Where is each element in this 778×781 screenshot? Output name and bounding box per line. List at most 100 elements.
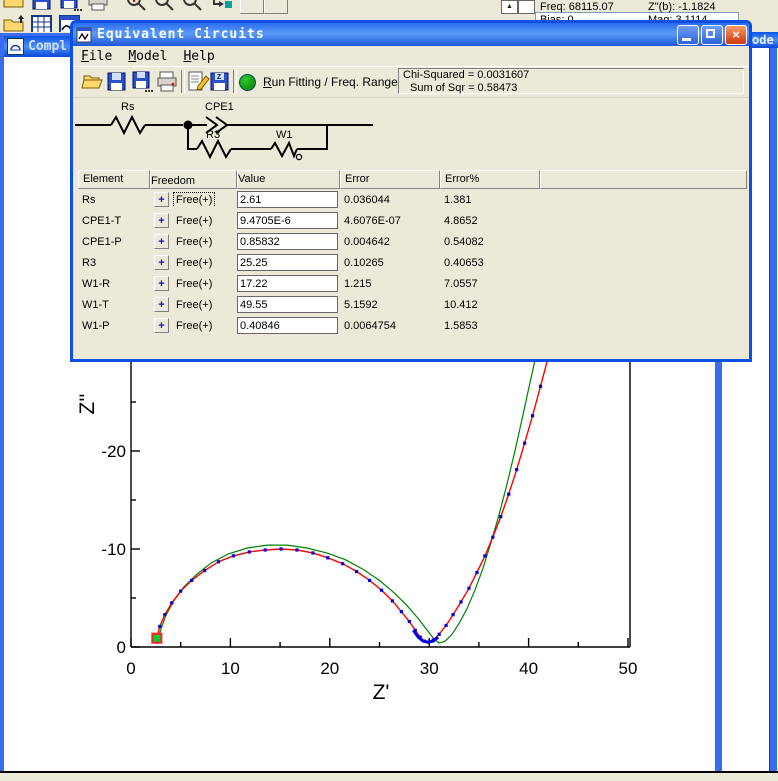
error-value: 1.215 [344,277,372,290]
menu-help[interactable]: Help [175,47,222,66]
error-value: 0.004642 [344,235,390,248]
toolbar-button-2[interactable] [264,0,288,14]
minimize-button[interactable] [677,24,699,45]
parameter-table: Element Freedom Value Error Error% Rs + Free(+)… [78,170,747,336]
close-button[interactable]: × [725,24,747,45]
expand-button[interactable]: + [154,318,169,333]
app-screen: ▲ Freq: 68115.07 Z"(b): -1.1824 Bias: 0 … [0,0,778,781]
open-data-icon[interactable] [2,14,26,32]
freedom-cell: + Free(+) [150,297,237,312]
equivalent-circuits-icon [76,27,92,43]
table-row: Rs +Free(+) 0.036044 1.381 [78,189,747,210]
table-row: W1-P + Free(+) 0.0064754 1.5853 [78,315,747,336]
table-row: CPE1-T + Free(+) 4.6076E-07 4.8652 [78,210,747,231]
open-file-icon[interactable] [2,0,26,12]
freedom-cell: + Free(+) [150,255,237,270]
save-model-as-icon[interactable] [130,70,154,94]
goto-point-icon[interactable] [210,0,234,12]
value-cell [237,233,340,250]
freedom-cell: + Free(+) [150,276,237,291]
value-input[interactable] [237,317,338,334]
print-icon[interactable] [86,0,110,12]
save-model-icon[interactable] [105,70,129,94]
table-row: CPE1-P + Free(+) 0.004642 0.54082 [78,231,747,252]
circuit-label-cpe1: CPE1 [205,101,234,113]
table-row: R3 + Free(+) 0.10265 0.40653 [78,252,747,273]
print-results-icon[interactable] [155,70,179,94]
save-as-icon[interactable] [58,0,82,12]
dialog-title-text: Equivalent Circuits [97,27,265,42]
expand-button[interactable]: + [154,192,169,207]
expand-button[interactable]: + [154,255,169,270]
freedom-selector[interactable]: Free(+) [174,277,214,291]
expand-button[interactable]: + [154,297,169,312]
element-name: W1-P [82,319,110,332]
scroll-down-button[interactable] [518,0,535,14]
dialog-menu-bar: File Model Help [73,46,749,67]
freedom-cell: + Free(+) [150,192,237,207]
scroll-up-button[interactable]: ▲ [501,0,518,14]
expand-button[interactable]: + [154,234,169,249]
value-input[interactable] [237,254,338,271]
bode-title-text: ode [752,33,774,47]
maximize-button[interactable] [701,24,723,45]
column-header-element[interactable]: Element [78,170,150,189]
error-percent-value: 1.5853 [444,319,478,332]
circuit-diagram: Rs CPE1 R3 W1 [75,101,373,161]
freedom-cell: + Free(+) [150,234,237,249]
menu-file[interactable]: File [73,47,120,66]
fit-statistics-panel: Chi-Squared = 0.0031607 Sum of Sqr = 0.5… [398,68,744,94]
toolbar-button-1[interactable] [240,0,264,14]
save-icon[interactable] [30,0,54,12]
zoom-in-icon[interactable] [124,0,148,12]
element-name: R3 [82,256,97,269]
value-input[interactable] [237,296,338,313]
error-percent-value: 0.40653 [444,256,484,269]
error-value: 5.1592 [344,298,378,311]
table-header: Element Freedom Value Error Error% [78,170,747,189]
column-header-error[interactable]: Error [340,170,440,189]
save-z-data-icon[interactable]: Z [208,70,232,94]
freedom-selector[interactable]: Free(+) [174,214,214,228]
data-table-icon[interactable] [30,14,54,32]
toolbar-separator [181,70,185,93]
value-input[interactable] [237,212,338,229]
value-input[interactable] [237,233,338,250]
value-input[interactable] [237,275,338,292]
edit-parameters-icon[interactable] [186,70,210,94]
column-header-freedom[interactable]: Freedom [150,170,237,189]
sum-of-squares-value: Sum of Sqr = 0.58473 [410,82,518,94]
value-cell [237,212,340,229]
bode-window-border [769,48,777,772]
element-name: Rs [82,193,96,206]
run-status-dot [239,74,256,91]
error-percent-value: 10.412 [444,298,478,311]
value-input[interactable] [237,191,338,208]
freedom-cell: + Free(+) [150,213,237,228]
element-name: W1-T [82,298,109,311]
table-row: W1-T + Free(+) 5.1592 10.412 [78,294,747,315]
dialog-title-bar[interactable]: Equivalent Circuits × [73,23,749,46]
error-value: 0.036044 [344,193,390,206]
expand-button[interactable]: + [154,213,169,228]
expand-button[interactable]: + [154,276,169,291]
zoom-reset-icon[interactable] [180,0,204,12]
column-header-error[interactable]: Error% [440,170,540,189]
menu-model[interactable]: Model [120,47,175,66]
svg-text:Z: Z [217,74,222,81]
status-zb: Z"(b): -1.1824 [648,1,716,13]
freedom-selector[interactable]: Free(+) [174,298,214,312]
value-cell [237,317,340,334]
freedom-selector[interactable]: Free(+) [174,235,214,249]
freedom-selector[interactable]: Free(+) [174,319,214,333]
run-fitting-button[interactable]: Run Fitting / Freq. Range [263,75,398,89]
open-model-icon[interactable] [80,70,104,94]
zoom-out-icon[interactable] [152,0,176,12]
freedom-selector[interactable]: Free(+) [172,192,216,207]
complex-title-text: Compl [28,39,68,54]
column-header-blank[interactable] [540,170,747,189]
column-header-value[interactable]: Value [237,170,340,189]
value-cell [237,275,340,292]
freedom-selector[interactable]: Free(+) [174,256,214,270]
error-percent-value: 1.381 [444,193,472,206]
